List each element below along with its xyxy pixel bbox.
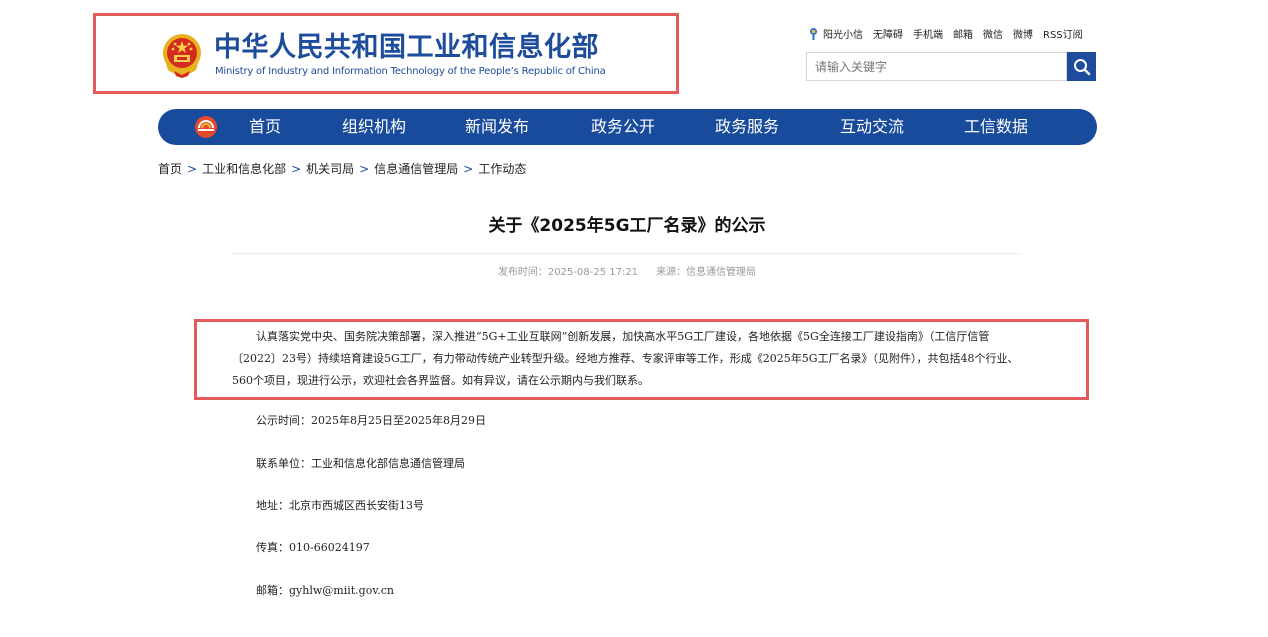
- article-intro: 认真落实党中央、国务院决策部署，深入推进“5G+工业互联网”创新发展，加快高水平…: [232, 330, 1019, 387]
- nav-home[interactable]: 首页: [249, 109, 281, 145]
- link-weibo[interactable]: 微博: [1013, 26, 1033, 41]
- search-button[interactable]: [1067, 52, 1096, 81]
- search-input[interactable]: [807, 53, 1063, 80]
- link-rss[interactable]: RSS订阅: [1043, 26, 1083, 41]
- search-icon: [1073, 58, 1090, 75]
- breadcrumb-home[interactable]: 首页: [158, 162, 182, 176]
- article-meta: 发布时间：2025-08-25 17:21 来源：信息通信管理局: [232, 266, 1022, 280]
- nav-data[interactable]: 工信数据: [964, 109, 1028, 145]
- breadcrumb-separator: >: [463, 162, 474, 176]
- nav-interaction[interactable]: 互动交流: [840, 109, 904, 145]
- sunshine-mascot-icon: [810, 27, 817, 40]
- link-wechat[interactable]: 微信: [983, 26, 1003, 41]
- nav-gov-services[interactable]: 政务服务: [715, 109, 779, 145]
- breadcrumb-telecom-bureau[interactable]: 信息通信管理局: [374, 162, 458, 176]
- search-box: [806, 52, 1067, 81]
- site-logo-block[interactable]: 中华人民共和国工业和信息化部 Ministry of Industry and …: [93, 13, 679, 94]
- breadcrumb-separator: >: [359, 162, 370, 176]
- article-title: 关于《2025年5G工厂名录》的公示: [488, 216, 766, 236]
- nav-gov-affairs[interactable]: 政务公开: [591, 109, 655, 145]
- link-sunshine[interactable]: 阳光小信: [823, 26, 863, 41]
- contact-fax: 传真：010-66024197: [256, 541, 370, 554]
- publish-time: 发布时间：2025-08-25 17:21: [497, 267, 639, 278]
- link-mailbox[interactable]: 邮箱: [953, 26, 973, 41]
- link-mobile[interactable]: 手机端: [913, 26, 943, 41]
- national-emblem-icon: [163, 34, 201, 78]
- notice-period: 公示时间：2025年8月25日至2025年8月29日: [256, 414, 486, 427]
- site-title-cn: 中华人民共和国工业和信息化部: [214, 32, 599, 63]
- breadcrumb-ministry[interactable]: 工业和信息化部: [202, 162, 286, 176]
- miit-logo-icon[interactable]: [194, 115, 218, 139]
- breadcrumb-departments[interactable]: 机关司局: [306, 162, 354, 176]
- contact-email: 邮箱：gyhlw@miit.gov.cn: [256, 584, 394, 597]
- article-source: 来源：信息通信管理局: [656, 267, 757, 278]
- nav-news[interactable]: 新闻发布: [465, 109, 529, 145]
- breadcrumb-work-updates[interactable]: 工作动态: [478, 162, 526, 176]
- top-links: 阳光小信 无障碍 手机端 邮箱 微信 微博 RSS订阅: [808, 26, 1083, 41]
- nav-organization[interactable]: 组织机构: [342, 109, 406, 145]
- breadcrumb-separator: >: [187, 162, 198, 176]
- link-accessibility[interactable]: 无障碍: [873, 26, 903, 41]
- site-title-en: Ministry of Industry and Information Tec…: [215, 66, 606, 77]
- page: 中华人民共和国工业和信息化部 Ministry of Industry and …: [0, 0, 1268, 637]
- breadcrumb-separator: >: [291, 162, 302, 176]
- main-nav: 首页 组织机构 新闻发布 政务公开 政务服务 互动交流 工信数据: [158, 109, 1097, 145]
- breadcrumb: 首页 > 工业和信息化部 > 机关司局 > 信息通信管理局 > 工作动态: [158, 160, 526, 178]
- title-divider: [232, 253, 1022, 254]
- contact-unit: 联系单位：工业和信息化部信息通信管理局: [256, 457, 465, 470]
- contact-address: 地址：北京市西城区西长安街13号: [256, 499, 424, 512]
